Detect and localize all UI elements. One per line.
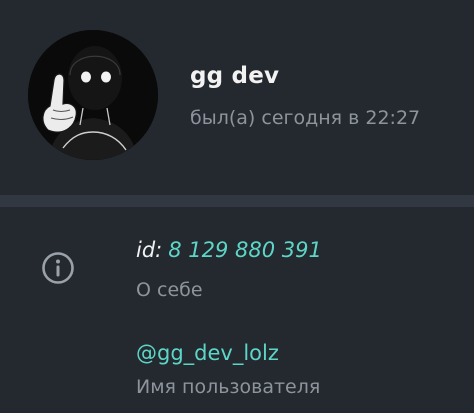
avatar-image (28, 30, 158, 160)
about-label: О себе (136, 279, 203, 301)
profile-name: gg dev (190, 63, 280, 89)
user-id-prefix: id: (136, 238, 163, 262)
user-id-value[interactable]: 8 129 880 391 (168, 238, 322, 262)
profile-header: gg dev был(а) сегодня в 22:27 (0, 0, 474, 195)
avatar[interactable] (28, 30, 158, 160)
profile-panel: gg dev был(а) сегодня в 22:27 id: 8 129 8… (0, 0, 474, 413)
user-id-row[interactable]: id: 8 129 880 391 (136, 238, 322, 262)
section-divider (0, 195, 474, 207)
username-label: Имя пользователя (136, 376, 321, 398)
username-link[interactable]: @gg_dev_lolz (136, 341, 279, 365)
last-seen-status: был(а) сегодня в 22:27 (190, 107, 421, 129)
info-circle-icon (40, 250, 76, 286)
